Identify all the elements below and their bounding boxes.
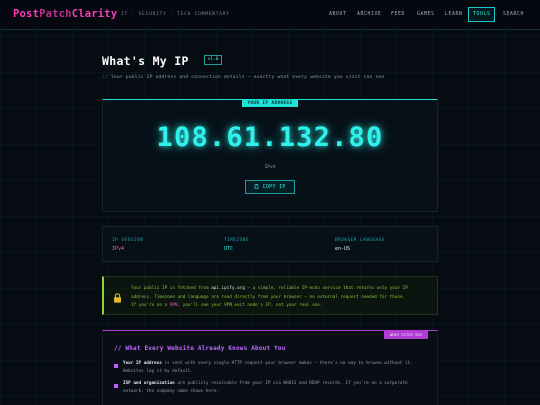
list-item-text: is sent with every single HTTP request y… <box>161 361 413 366</box>
copy-ip-button[interactable]: COPY IP <box>245 180 295 194</box>
notice-text-2: — a simple, reliable IP-echo service tha… <box>244 286 408 291</box>
list-item: Your IP address is sent with every singl… <box>123 360 423 376</box>
list-item-text-line2: Websites log it by default. <box>123 369 193 375</box>
list-item-text-line2: network, the company name shows here. <box>123 389 219 395</box>
notice-text-1: Your public IP is fetched from <box>131 286 212 291</box>
notice-text-4: If you're on a <box>131 303 170 309</box>
list-item-bold: ISP and organization <box>123 381 175 386</box>
connection-details <box>102 226 438 262</box>
timezone-label: TIMEZONE <box>224 237 249 242</box>
ip-version-caption: IPv4 <box>264 165 276 170</box>
privacy-notice-text: Your public IP is fetched from api.ipify… <box>131 285 431 311</box>
section-title: // What Every Website Already Knows Abou… <box>114 345 286 352</box>
list-item-text: are publicly resolvable from your IP via… <box>174 381 408 386</box>
notice-text-3: address. Timezone and language are read … <box>131 294 406 300</box>
nav-games[interactable]: GAMES <box>413 9 438 21</box>
nav-about[interactable]: ABOUT <box>325 9 350 21</box>
nav-tools[interactable]: TOOLS <box>468 7 496 22</box>
ip-address-value: 108.61.132.80 <box>156 122 384 153</box>
ip-version-label: IP VERSION <box>112 237 144 242</box>
logo-part-patch: Patch <box>39 8 72 20</box>
ipify-link[interactable]: api.ipify.org <box>211 286 245 291</box>
bullet-icon <box>114 384 118 388</box>
timezone-value: UTC <box>224 246 234 252</box>
page-title: What's My IP <box>102 54 189 68</box>
notice-text-5: , you'll see your VPN exit node's IP, no… <box>177 303 323 309</box>
ip-card <box>102 99 438 212</box>
ip-card-tag: YOUR IP ADDRESS <box>242 99 298 107</box>
page-subtitle: // Your public IP address and connection… <box>102 75 384 80</box>
bullet-icon <box>114 364 118 368</box>
section-tag: WHAT SITES SEE <box>384 330 428 339</box>
site-logo[interactable]: PostPatchClarity <box>13 8 117 20</box>
subtitle-prefix: // <box>102 75 108 80</box>
clipboard-icon <box>254 183 262 190</box>
logo-part-clarity: Clarity <box>71 8 118 20</box>
copy-ip-label: COPY IP <box>262 184 286 190</box>
ip-version-value: IPv4 <box>112 246 125 252</box>
version-badge: v1.0 <box>204 55 222 65</box>
site-tagline: IT · SECURITY · TECH COMMENTARY <box>121 12 230 17</box>
nav-archive[interactable]: ARCHIVE <box>353 9 385 21</box>
list-item: ISP and organization are publicly resolv… <box>123 380 423 396</box>
list-item-bold: Your IP address <box>123 361 162 366</box>
lock-icon <box>113 288 122 307</box>
nav-feed[interactable]: FEED <box>387 9 409 21</box>
browser-language-value: en-US <box>335 246 351 252</box>
nav-learn[interactable]: LEARN <box>441 9 466 21</box>
browser-language-label: BROWSER LANGUAGE <box>335 237 385 242</box>
subtitle-text: Your public IP address and connection de… <box>110 75 385 80</box>
nav-search[interactable]: SEARCH <box>499 9 528 21</box>
vpn-highlight: VPN <box>169 303 178 309</box>
logo-part-post: Post <box>13 8 40 20</box>
